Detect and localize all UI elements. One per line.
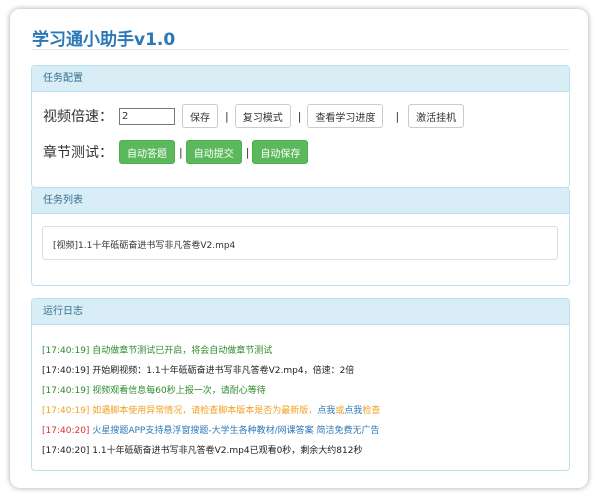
check-link-1[interactable]: 点我: [317, 406, 335, 416]
speed-input[interactable]: [119, 107, 175, 125]
title-divider: [32, 49, 569, 50]
chapter-label: 章节测试：: [43, 145, 113, 161]
task-list: [视频]1.1十年砥砺奋进书写非凡答卷V2.mp4: [42, 226, 558, 260]
log-entry: [17:40:19] 如遇脚本使用异常情况，请检查脚本版本是否为最新版，点我或点…: [42, 401, 380, 421]
config-panel: 任务配置 视频倍速： 保存 | 复习模式 | 查看学习进度 | 激活挂机 章节测…: [31, 65, 570, 188]
view-progress-button[interactable]: 查看学习进度: [307, 104, 384, 128]
ad-link[interactable]: 火星搜题APP支持悬浮窗搜题-大学生各种教材/网课答案 简洁免费无广告: [92, 426, 379, 436]
separator: |: [297, 109, 302, 123]
auto-submit-button[interactable]: 自动提交: [185, 140, 242, 164]
log-panel: 运行日志 [17:40:19] 自动做章节测试已开启，将会自动做章节测试 [17…: [31, 298, 570, 471]
task-list-panel: 任务列表 [视频]1.1十年砥砺奋进书写非凡答卷V2.mp4: [31, 187, 570, 286]
log-header: 运行日志: [32, 299, 569, 325]
task-list-header: 任务列表: [32, 188, 569, 214]
task-item[interactable]: [视频]1.1十年砥砺奋进书写非凡答卷V2.mp4: [53, 238, 235, 251]
log-entry-text: [17:40:20]: [42, 426, 93, 436]
separator: |: [225, 109, 229, 123]
log-list: [17:40:19] 自动做章节测试已开启，将会自动做章节测试 [17:40:1…: [42, 341, 380, 461]
speed-label: 视频倍速：: [43, 109, 113, 125]
log-entry-text: [17:40:19] 如遇脚本使用异常情况，请检查脚本版本是否为最新版，: [42, 406, 318, 416]
review-mode-button[interactable]: 复习模式: [234, 104, 291, 128]
activate-hangup-button[interactable]: 激活挂机: [408, 104, 465, 128]
log-entry: [17:40:19] 开始刷视频：1.1十年砥砺奋进书写非凡答卷V2.mp4，倍…: [42, 366, 355, 376]
auto-save-button[interactable]: 自动保存: [252, 140, 309, 164]
save-button[interactable]: 保存: [182, 104, 218, 128]
config-panel-header: 任务配置: [32, 66, 569, 92]
separator: |: [395, 109, 400, 123]
log-entry-text: 检查: [362, 406, 381, 416]
separator: |: [245, 145, 250, 159]
log-entry: [17:40:20] 火星搜题APP支持悬浮窗搜题-大学生各种教材/网课答案 简…: [42, 421, 380, 441]
log-entry: [17:40:19] 视频观看信息每60秒上报一次，请耐心等待: [42, 386, 266, 396]
speed-row: 视频倍速： 保存 | 复习模式 | 查看学习进度 | 激活挂机: [43, 104, 468, 128]
log-entry: [17:40:19] 自动做章节测试已开启，将会自动做章节测试: [42, 346, 273, 356]
main-window: 学习通小助手v1.0 任务配置 视频倍速： 保存 | 复习模式 | 查看学习进度…: [10, 9, 588, 488]
app-title: 学习通小助手v1.0: [32, 30, 176, 50]
log-entry: [17:40:20] 1.1十年砥砺奋进书写非凡答卷V2.mp4已观看0秒，剩余…: [42, 446, 363, 456]
auto-answer-button[interactable]: 自动答题: [119, 140, 175, 164]
chapter-row: 章节测试： 自动答题 | 自动提交 | 自动保存: [43, 140, 312, 164]
check-link-2[interactable]: 点我: [344, 406, 362, 416]
log-entry-text: 或: [335, 406, 345, 416]
separator: |: [179, 145, 183, 159]
